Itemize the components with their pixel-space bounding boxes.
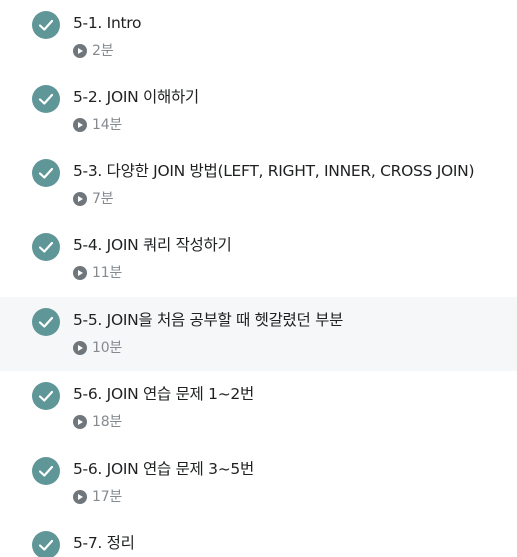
- check-circle-icon: [32, 233, 60, 261]
- lecture-title: 5-1. Intro: [73, 14, 142, 32]
- lecture-title: 5-6. JOIN 연습 문제 1~2번: [73, 385, 254, 403]
- lecture-duration: 10분: [73, 339, 122, 357]
- lecture-title: 5-4. JOIN 쿼리 작성하기: [73, 236, 232, 254]
- duration-text: 14분: [92, 117, 123, 133]
- play-circle-icon: [73, 266, 87, 280]
- duration-text: 17분: [92, 489, 123, 505]
- duration-text: 18분: [92, 414, 123, 430]
- lecture-title: 5-2. JOIN 이해하기: [73, 88, 199, 106]
- lecture-title: 5-5. JOIN을 처음 공부할 때 헷갈렸던 부분: [73, 311, 344, 329]
- lecture-duration: 18분: [73, 413, 122, 431]
- lecture-title: 5-3. 다양한 JOIN 방법(LEFT, RIGHT, INNER, CRO…: [73, 162, 475, 180]
- play-circle-icon: [73, 341, 87, 355]
- check-circle-icon: [32, 11, 60, 39]
- lecture-item-5-4[interactable]: 5-4. JOIN 쿼리 작성하기 11분: [0, 222, 517, 296]
- duration-text: 10분: [92, 340, 123, 356]
- lecture-title: 5-7. 정리: [73, 534, 135, 552]
- check-circle-icon: [32, 382, 60, 410]
- lecture-duration: 17분: [73, 488, 122, 506]
- lecture-duration: 2분: [73, 42, 114, 60]
- check-circle-icon: [32, 308, 60, 336]
- duration-text: 7분: [92, 191, 114, 207]
- lecture-duration: 14분: [73, 116, 122, 134]
- lecture-item-5-2[interactable]: 5-2. JOIN 이해하기 14분: [0, 74, 517, 148]
- lecture-duration: 11분: [73, 264, 122, 282]
- check-circle-icon: [32, 85, 60, 113]
- duration-text: 2분: [92, 43, 114, 59]
- play-circle-icon: [73, 192, 87, 206]
- check-circle-icon: [32, 531, 60, 557]
- lecture-item-5-7[interactable]: 5-7. 정리: [0, 520, 517, 557]
- play-circle-icon: [73, 118, 87, 132]
- lecture-title: 5-6. JOIN 연습 문제 3~5번: [73, 460, 254, 478]
- lecture-item-5-1[interactable]: 5-1. Intro 2분: [0, 0, 517, 74]
- play-circle-icon: [73, 490, 87, 504]
- play-circle-icon: [73, 44, 87, 58]
- duration-text: 11분: [92, 265, 123, 281]
- lecture-item-5-6b[interactable]: 5-6. JOIN 연습 문제 3~5번 17분: [0, 446, 517, 520]
- lecture-item-5-6a[interactable]: 5-6. JOIN 연습 문제 1~2번 18분: [0, 371, 517, 445]
- lecture-duration: 7분: [73, 190, 114, 208]
- lecture-list: 5-1. Intro 2분 5-2. JOIN 이해하기 14분 5-3. 다양…: [0, 0, 517, 557]
- check-circle-icon: [32, 159, 60, 187]
- lecture-item-5-3[interactable]: 5-3. 다양한 JOIN 방법(LEFT, RIGHT, INNER, CRO…: [0, 148, 517, 222]
- check-circle-icon: [32, 457, 60, 485]
- lecture-item-5-5[interactable]: 5-5. JOIN을 처음 공부할 때 헷갈렸던 부분 10분: [0, 297, 517, 371]
- play-circle-icon: [73, 415, 87, 429]
